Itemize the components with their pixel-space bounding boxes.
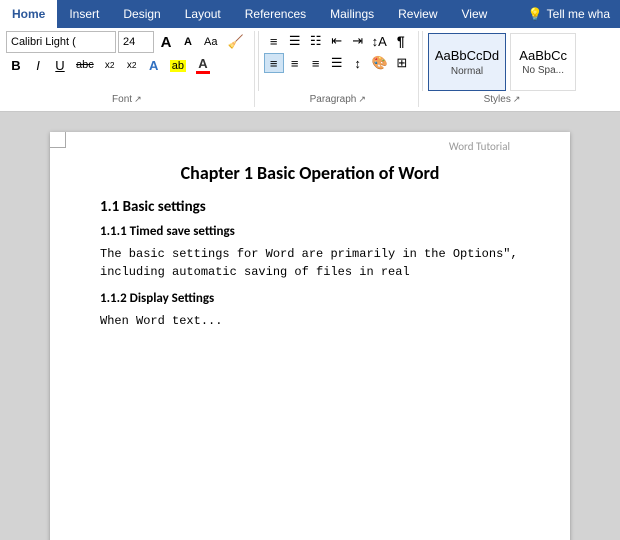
tab-layout[interactable]: Layout <box>173 0 233 28</box>
tell-me-bar[interactable]: 💡 Tell me wha <box>514 0 620 28</box>
superscript-button[interactable]: x2 <box>122 54 142 76</box>
font-color-button[interactable]: A <box>192 54 214 76</box>
text-effects-button[interactable]: A <box>144 54 164 76</box>
strikethrough-button[interactable]: abc <box>72 54 98 76</box>
align-center-icon: ≡ <box>291 56 299 71</box>
sort-icon: ↕A <box>372 34 387 49</box>
italic-button[interactable]: I <box>28 54 48 76</box>
font-row1: A A Aa 🧹 <box>6 31 248 53</box>
tab-home[interactable]: Home <box>0 0 57 28</box>
text-effect-icon: A <box>149 58 158 73</box>
style-nospacing-label: No Spa... <box>522 65 564 76</box>
lightbulb-icon: 💡 <box>528 7 543 21</box>
align-left-icon: ≡ <box>270 56 278 71</box>
eraser-icon: 🧹 <box>227 34 243 50</box>
heading-basic-settings[interactable]: 1.1 Basic settings <box>100 198 520 216</box>
font-group-expand-icon[interactable]: ↗ <box>134 94 142 105</box>
sort-button[interactable]: ↕A <box>369 31 390 51</box>
font-name-input[interactable] <box>6 31 116 53</box>
para-row2: ≡ ≡ ≡ ☰ ↕ 🎨 ⊞ <box>264 53 412 73</box>
tab-references[interactable]: References <box>233 0 318 28</box>
document-page: Word Tutorial Chapter 1 Basic Operation … <box>50 132 570 540</box>
style-normal[interactable]: AaBbCcDd Normal <box>428 33 506 91</box>
multilevel-list-button[interactable]: ☷ <box>306 31 326 51</box>
clear-formatting-button[interactable]: 🧹 <box>223 31 247 53</box>
line-spacing-button[interactable]: ↕ <box>348 53 368 73</box>
change-case-button[interactable]: Aa <box>200 31 221 53</box>
font-grow-button[interactable]: A <box>156 31 176 53</box>
tab-design[interactable]: Design <box>111 0 172 28</box>
justify-button[interactable]: ☰ <box>327 53 347 73</box>
align-left-button[interactable]: ≡ <box>264 53 284 73</box>
justify-icon: ☰ <box>331 55 343 71</box>
align-right-icon: ≡ <box>312 56 320 71</box>
styles-group: AaBbCcDd Normal AaBbCc No Spa... Styles … <box>426 31 582 107</box>
ribbon-bar: A A Aa 🧹 B I U abc x2 x2 A <box>0 28 620 112</box>
borders-icon: ⊞ <box>396 55 407 71</box>
line-spacing-icon: ↕ <box>354 56 361 71</box>
font-group-label: Font ↗ <box>6 94 248 107</box>
paragraph-group: ≡ ☰ ☷ ⇤ ⇥ ↕A ¶ <box>262 31 419 107</box>
para-row1: ≡ ☰ ☷ ⇤ ⇥ ↕A ¶ <box>264 31 411 51</box>
body-timed-save: The basic settings for Word are primaril… <box>100 245 520 281</box>
increase-indent-button[interactable]: ⇥ <box>348 31 368 51</box>
shading-button[interactable]: 🎨 <box>369 53 391 73</box>
styles-group-expand-icon[interactable]: ↗ <box>513 94 521 105</box>
font-size-input[interactable] <box>118 31 154 53</box>
style-no-spacing[interactable]: AaBbCc No Spa... <box>510 33 576 91</box>
tab-review[interactable]: Review <box>386 0 449 28</box>
numbering-button[interactable]: ☰ <box>285 31 305 51</box>
page-header-label: Word Tutorial <box>449 140 510 153</box>
highlight-icon: ab <box>170 58 186 72</box>
subscript-button[interactable]: x2 <box>100 54 120 76</box>
page-corner <box>50 132 66 148</box>
ribbon-tabs: Home Insert Design Layout References Mai… <box>0 0 620 28</box>
style-normal-preview: AaBbCcDd <box>435 48 499 63</box>
style-normal-label: Normal <box>451 66 483 77</box>
heading-display-settings[interactable]: 1.1.2 Display Settings <box>100 291 520 306</box>
increase-indent-icon: ⇥ <box>352 33 363 49</box>
font-shrink-button[interactable]: A <box>178 31 198 53</box>
document-area: Word Tutorial Chapter 1 Basic Operation … <box>0 112 620 540</box>
shading-icon: 🎨 <box>372 55 388 71</box>
align-center-button[interactable]: ≡ <box>285 53 305 73</box>
bullets-icon: ≡ <box>270 34 278 49</box>
styles-group-label: Styles ↗ <box>428 94 576 107</box>
tell-me-label: Tell me wha <box>547 7 610 21</box>
separator1 <box>258 31 259 91</box>
style-nospacing-preview: AaBbCc <box>519 49 567 62</box>
tab-mailings[interactable]: Mailings <box>318 0 386 28</box>
bold-button[interactable]: B <box>6 54 26 76</box>
font-color-icon: A <box>196 56 210 74</box>
tab-view[interactable]: View <box>450 0 500 28</box>
align-right-button[interactable]: ≡ <box>306 53 326 73</box>
paragraph-group-expand-icon[interactable]: ↗ <box>358 94 366 105</box>
highlight-button[interactable]: ab <box>166 54 190 76</box>
chapter-title[interactable]: Chapter 1 Basic Operation of Word <box>100 162 520 184</box>
borders-button[interactable]: ⊞ <box>392 53 412 73</box>
decrease-indent-button[interactable]: ⇤ <box>327 31 347 51</box>
heading-timed-save[interactable]: 1.1.1 Timed save settings <box>100 224 520 239</box>
separator2 <box>422 31 423 91</box>
bullets-button[interactable]: ≡ <box>264 31 284 51</box>
font-group: A A Aa 🧹 B I U abc x2 x2 A <box>4 31 255 107</box>
underline-button[interactable]: U <box>50 54 70 76</box>
paragraph-group-label: Paragraph ↗ <box>264 94 412 107</box>
show-paragraph-button[interactable]: ¶ <box>391 31 411 51</box>
tab-insert[interactable]: Insert <box>57 0 111 28</box>
decrease-indent-icon: ⇤ <box>331 33 342 49</box>
font-row2: B I U abc x2 x2 A ab A <box>6 54 214 76</box>
multilevel-icon: ☷ <box>310 33 322 49</box>
numbering-icon: ☰ <box>289 33 301 49</box>
body-display-settings: When Word text... <box>100 312 520 330</box>
pilcrow-icon: ¶ <box>397 33 405 49</box>
